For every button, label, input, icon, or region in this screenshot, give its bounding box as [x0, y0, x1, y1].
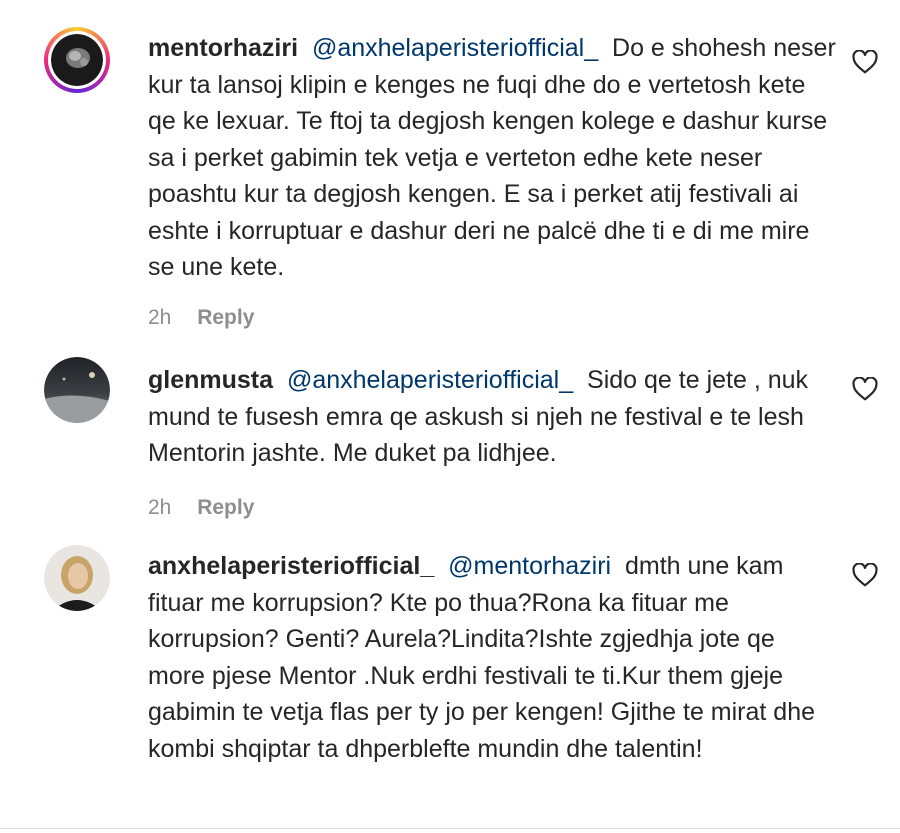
reply-button[interactable]: Reply [197, 306, 254, 329]
comment-body: Do e shohesh neser kur ta lansoj klipin … [148, 34, 836, 281]
heart-outline-icon[interactable] [852, 50, 878, 74]
comment-username[interactable]: mentorhaziri [148, 34, 298, 62]
avatar[interactable] [44, 357, 110, 423]
comment-username[interactable]: anxhelaperisteriofficial_ [148, 552, 434, 580]
comment-meta: 2h Reply [148, 306, 254, 330]
comment-text: anxhelaperisteriofficial_ @mentorhaziri … [148, 548, 838, 767]
comment-text: glenmusta @anxhelaperisteriofficial_ Sid… [148, 362, 838, 472]
comment-meta: 2h Reply [148, 496, 254, 520]
comment-body: dmth une kam fituar me korrupsion? Kte p… [148, 552, 816, 763]
comment-mention[interactable]: @anxhelaperisteriofficial_ [287, 366, 573, 394]
comment-mention[interactable]: @mentorhaziri [448, 552, 611, 580]
profile-photo [44, 357, 110, 423]
profile-photo [44, 545, 110, 611]
comment-username[interactable]: glenmusta [148, 366, 273, 394]
avatar[interactable] [44, 545, 110, 611]
profile-photo [51, 34, 103, 86]
avatar[interactable] [44, 27, 110, 93]
heart-outline-icon[interactable] [852, 563, 878, 587]
reply-button[interactable]: Reply [197, 496, 254, 519]
comment-time[interactable]: 2h [148, 496, 171, 519]
divider [0, 828, 900, 829]
heart-outline-icon[interactable] [852, 377, 878, 401]
comment-text: mentorhaziri @anxhelaperisteriofficial_ … [148, 30, 838, 286]
comment-mention[interactable]: @anxhelaperisteriofficial_ [312, 34, 598, 62]
comment-time[interactable]: 2h [148, 306, 171, 329]
